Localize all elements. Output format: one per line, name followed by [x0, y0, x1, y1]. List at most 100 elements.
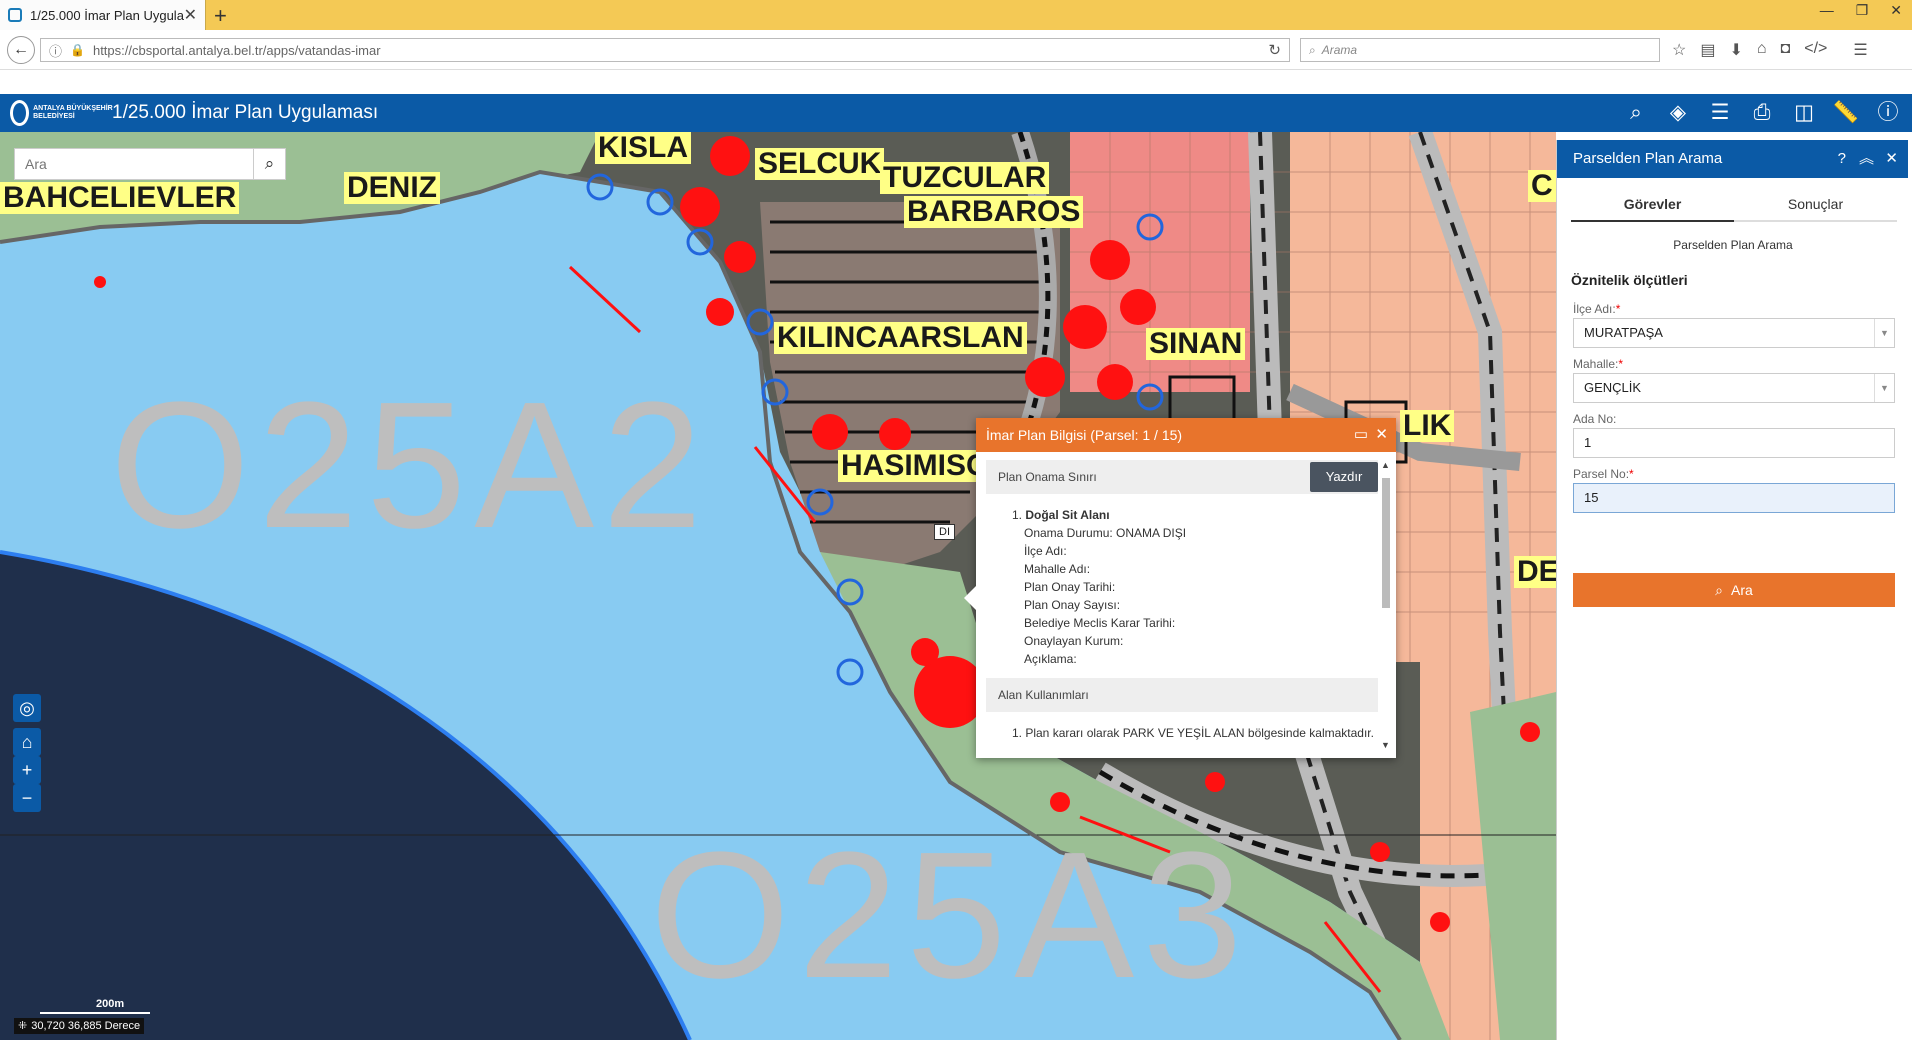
map-label-c: C [1528, 170, 1556, 202]
mahalle-value: GENÇLİK [1584, 380, 1642, 395]
popup-title: İmar Plan Bilgisi (Parsel: 1 / 15) [986, 427, 1183, 443]
map-search-box: ⌕ [14, 148, 286, 180]
map-search-input[interactable] [15, 149, 255, 179]
section-plan-onama: Plan Onama Sınırı Yazdır [986, 460, 1378, 494]
print-icon[interactable]: ⎙ [1748, 99, 1776, 127]
map-search-icon[interactable]: ⌕ [253, 149, 285, 179]
close-icon[interactable]: ✕ [1885, 140, 1898, 178]
field-onama-durumu: Onama Durumu: ONAMA DIŞI [1024, 526, 1187, 540]
new-tab-icon[interactable]: + [214, 3, 227, 29]
map-label-kisla: KISLA [595, 132, 691, 164]
browser-search-placeholder: Arama [1321, 43, 1358, 57]
field-onaylayan-kurum: Onaylayan Kurum: [1024, 634, 1124, 648]
bookmark-star-icon[interactable]: ☆ [1672, 40, 1686, 60]
zoom-out-button[interactable]: − [13, 784, 41, 812]
crosshair-icon: ⁜ [18, 1020, 28, 1032]
close-icon[interactable]: ✕ [1375, 418, 1388, 452]
coordinates-readout: ⁜ 30,720 36,885 Derece [14, 1018, 145, 1034]
map-label-barbaros: BARBAROS [904, 196, 1084, 228]
panel-tabs: Görevler Sonuçlar [1571, 194, 1897, 222]
restore-icon[interactable]: ❐ [1856, 2, 1869, 19]
grid-label-o25a2: O25A2 [110, 365, 711, 566]
scroll-up-icon[interactable]: ▲ [1381, 460, 1390, 470]
zoom-in-button[interactable]: + [13, 756, 41, 784]
parcel-search-icon[interactable]: ⌕ [1622, 99, 1650, 127]
back-icon[interactable]: ← [7, 36, 35, 64]
section-alan-kullanimlari: Alan Kullanımları [986, 678, 1378, 712]
mahalle-select[interactable]: GENÇLİK ▼ [1573, 373, 1895, 403]
popup-body: Plan Onama Sınırı Yazdır 1. Doğal Sit Al… [986, 460, 1378, 750]
section-title: Plan Onama Sınırı [998, 470, 1097, 484]
map-label-hasimisc: HASIMISC [838, 450, 991, 482]
tab-title: 1/25.000 İmar Plan Uygulam [30, 7, 184, 23]
popup-scrollbar[interactable]: ▲ ▼ [1380, 460, 1392, 750]
map-label-de: DE [1514, 556, 1556, 588]
popup-pointer [964, 586, 976, 610]
info-icon[interactable]: ⓘ [49, 41, 62, 60]
field-aciklama: Açıklama: [1024, 652, 1077, 666]
collapse-icon[interactable]: ︽ [1859, 140, 1874, 178]
refresh-icon[interactable]: ↻ [1268, 41, 1281, 59]
tab-gorevler[interactable]: Görevler [1571, 194, 1734, 222]
ilce-label: İlçe Adı:* [1573, 302, 1621, 316]
field-plan-onay-sayisi: Plan Onay Sayısı: [1024, 598, 1121, 612]
scale-label: 200m [96, 998, 125, 1010]
pocket-icon[interactable]: ◘ [1781, 40, 1791, 60]
panel-title: Parselden Plan Arama [1573, 150, 1723, 167]
chevron-down-icon[interactable]: ▼ [1874, 374, 1894, 402]
scroll-thumb[interactable] [1382, 478, 1390, 608]
reading-list-icon[interactable]: ▤ [1700, 40, 1715, 60]
browser-toolbar-icons: ☆ ▤ ⬇ ⌂ ◘ </> ☰ [1672, 40, 1868, 60]
map-label-sinan: SINAN [1146, 328, 1246, 360]
browser-nav-bar: ← ⓘ 🔒 https://cbsportal.antalya.bel.tr/a… [0, 30, 1912, 70]
browser-tab-bar: 1/25.000 İmar Plan Uygulam ✕ + — ❐ ✕ [0, 0, 1912, 30]
close-tab-icon[interactable]: ✕ [184, 5, 197, 25]
home-icon[interactable]: ⌂ [1757, 40, 1767, 60]
map-label-lik: LIK [1400, 410, 1455, 442]
close-window-icon[interactable]: ✕ [1890, 2, 1902, 19]
minimize-icon[interactable]: — [1820, 2, 1834, 19]
developer-icon[interactable]: </> [1804, 40, 1827, 60]
help-icon[interactable]: ? [1838, 140, 1846, 178]
ilce-value: MURATPAŞA [1584, 325, 1663, 340]
search-button[interactable]: ⌕ Ara [1573, 573, 1895, 607]
ilce-select[interactable]: MURATPAŞA ▼ [1573, 318, 1895, 348]
tab-sonuclar[interactable]: Sonuçlar [1734, 194, 1897, 222]
swipe-compare-icon[interactable]: ◫ [1790, 99, 1818, 127]
item-title: Doğal Sit Alanı [1025, 508, 1110, 522]
item-number: 1. [1012, 508, 1023, 522]
panel-subtitle: Parselden Plan Arama [1673, 238, 1793, 252]
logo-emblem-icon [10, 100, 30, 126]
scroll-down-icon[interactable]: ▼ [1381, 740, 1390, 750]
layers-icon[interactable]: ◈ [1664, 99, 1692, 127]
map-label-bahcelievler: BAHCELIEVLER [0, 182, 240, 214]
lock-icon: 🔒 [70, 43, 85, 57]
legend-list-icon[interactable]: ☰ [1706, 99, 1734, 127]
url-bar[interactable]: ⓘ 🔒 https://cbsportal.antalya.bel.tr/app… [40, 38, 1290, 62]
map-small-label: DI [934, 524, 955, 540]
info-icon[interactable]: ⓘ [1874, 99, 1902, 127]
chevron-down-icon[interactable]: ▼ [1874, 319, 1894, 347]
app-header: ANTALYA BÜYÜKŞEHİR BELEDİYESİ 1/25.000 İ… [0, 94, 1912, 132]
measure-ruler-icon[interactable]: 📏 [1832, 99, 1860, 127]
parsel-label: Parsel No:* [1573, 467, 1634, 481]
panel-header: Parselden Plan Arama ? ︽ ✕ [1557, 140, 1908, 178]
browser-tab[interactable]: 1/25.000 İmar Plan Uygulam ✕ [0, 0, 206, 30]
browser-search-input[interactable]: ⌕ Arama [1300, 38, 1660, 62]
field-ilce-adi: İlçe Adı: [1024, 544, 1067, 558]
municipality-logo: ANTALYA BÜYÜKŞEHİR BELEDİYESİ [10, 100, 114, 126]
locate-icon[interactable]: ◎ [13, 694, 41, 722]
logo-text: ANTALYA BÜYÜKŞEHİR BELEDİYESİ [33, 105, 113, 120]
maximize-icon[interactable]: ▭ [1354, 418, 1368, 452]
print-button[interactable]: Yazdır [1310, 462, 1378, 492]
field-mahalle-adi: Mahalle Adı: [1024, 562, 1091, 576]
window-controls: — ❐ ✕ [1820, 2, 1902, 19]
scale-line [40, 1012, 150, 1014]
grid-label-o25a3: O25A3 [650, 815, 1251, 1016]
parsel-input[interactable]: 15 [1573, 483, 1895, 513]
download-icon[interactable]: ⬇ [1729, 40, 1742, 60]
ada-input[interactable]: 1 [1573, 428, 1895, 458]
menu-icon[interactable]: ☰ [1853, 40, 1867, 60]
home-extent-icon[interactable]: ⌂ [13, 728, 41, 756]
section-title: Alan Kullanımları [998, 688, 1089, 702]
